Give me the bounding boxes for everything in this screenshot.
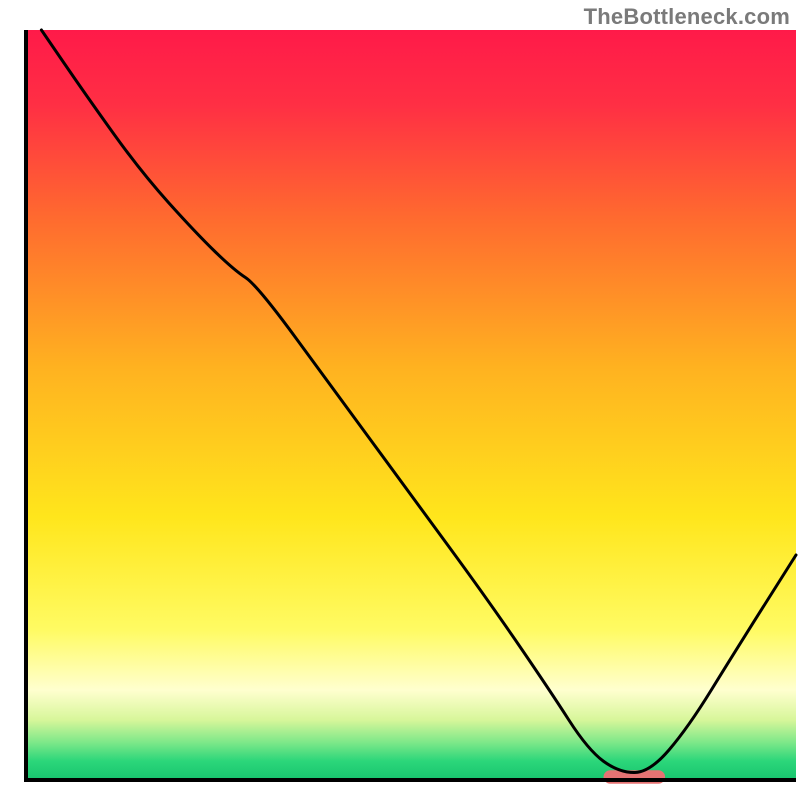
bottleneck-chart — [0, 0, 800, 800]
plot-background — [26, 30, 796, 780]
chart-container: TheBottleneck.com — [0, 0, 800, 800]
